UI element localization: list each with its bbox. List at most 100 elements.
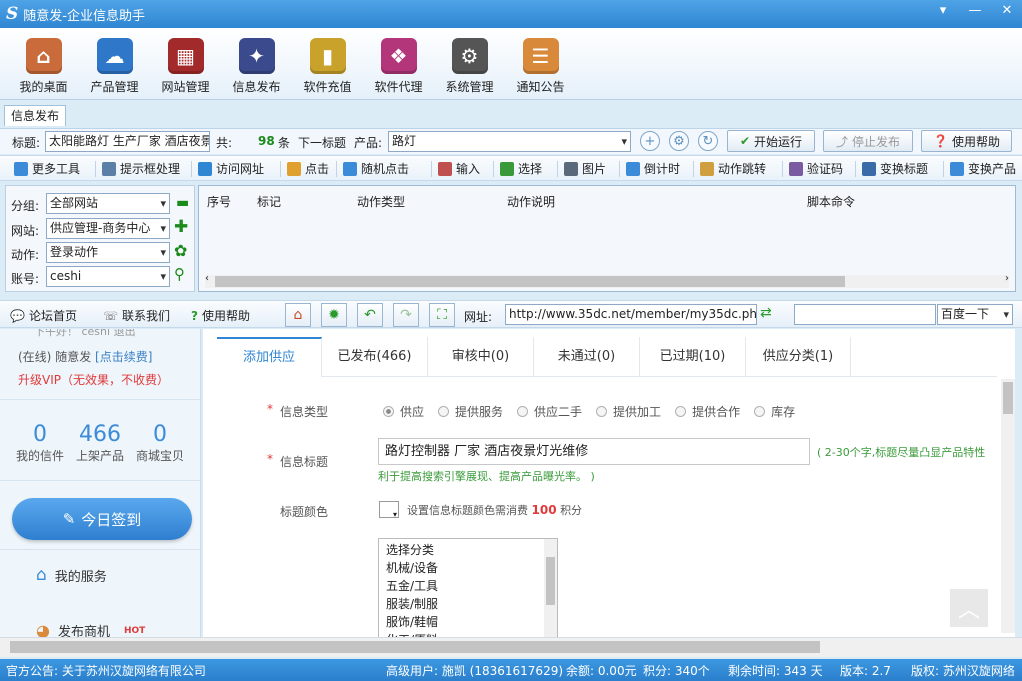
post-business-link[interactable]: ◕ 发布商机 HOT (36, 621, 145, 637)
tool-button[interactable]: 验证码 (789, 160, 843, 177)
forum-link[interactable]: 💬 论坛首页 (10, 307, 77, 324)
action-select[interactable]: 登录动作 (46, 242, 170, 263)
toolbar-publish-button[interactable]: ✦ 信息发布 (221, 28, 292, 100)
refresh-icon[interactable]: ↻ (698, 131, 718, 151)
nav-help-link[interactable]: ? 使用帮助 (191, 307, 250, 324)
tool-separator (782, 161, 783, 177)
menu-dropdown-icon[interactable]: ▾ (934, 3, 952, 18)
tool-button[interactable]: 访问网址 (198, 160, 264, 177)
toolbar-system-button[interactable]: ⚙ 系统管理 (434, 28, 505, 100)
back-to-top-button[interactable]: ︿ (950, 589, 988, 627)
toolbar-label: 产品管理 (90, 80, 139, 94)
page-hscrollbar[interactable] (0, 637, 1022, 657)
form-tab[interactable]: 已发布(466) (322, 337, 428, 377)
category-list[interactable]: 选择分类机械/设备五金/工具服装/制服服饰/鞋帽化工/原料 (378, 538, 558, 637)
info-type-radio[interactable]: 提供服务 (438, 403, 503, 420)
gear-icon[interactable]: ⚙ (669, 131, 689, 151)
scroll-right-icon[interactable]: › (1005, 273, 1009, 284)
next-title-link[interactable]: 下一标题 (298, 134, 346, 151)
url-input[interactable]: http://www.35dc.net/member/my35dc.php (505, 304, 757, 325)
form-tab[interactable]: 审核中(0) (428, 337, 534, 377)
grid-hscrollbar[interactable]: ‹ › (205, 273, 1009, 288)
tool-separator (619, 161, 620, 177)
plus-icon[interactable]: ✚ (174, 217, 188, 237)
title-input[interactable]: 太阳能路灯 生产厂家 酒店夜景 (45, 131, 210, 152)
info-type-radio[interactable]: 库存 (754, 403, 795, 420)
page-scroll-thumb[interactable] (1003, 382, 1013, 414)
fullscreen-icon: ⛶ (437, 307, 447, 323)
scroll-left-icon[interactable]: ‹ (205, 273, 209, 284)
signin-button[interactable]: ✎ 今日签到 (12, 498, 192, 540)
toolbar-desktop-button[interactable]: ⌂ 我的桌面 (8, 28, 79, 100)
tool-button[interactable]: 选择 (500, 160, 542, 177)
tool-button[interactable]: 随机点击 (343, 160, 409, 177)
info-type-radio[interactable]: 供应二手 (517, 403, 582, 420)
status-notice[interactable]: 官方公告: 关于苏州汉旋网络有限公司 (6, 662, 206, 679)
minimize-icon[interactable]: — (966, 3, 984, 18)
tool-button[interactable]: 变换标题 (862, 160, 928, 177)
tool-button[interactable]: 动作跳转 (700, 160, 766, 177)
contact-link[interactable]: ☏ 联系我们 (103, 307, 170, 324)
category-option[interactable]: 机械/设备 (386, 559, 557, 577)
col-action-desc: 动作说明 (507, 195, 556, 209)
stat-mail[interactable]: 0 我的信件 (10, 422, 70, 464)
category-option[interactable]: 服装/制服 (386, 595, 557, 613)
form-tab[interactable]: 已过期(10) (640, 337, 746, 377)
add-icon[interactable]: + (640, 131, 660, 151)
search-icon[interactable]: ⚲ (174, 265, 185, 283)
page-hscroll-thumb[interactable] (10, 641, 820, 653)
category-option[interactable]: 选择分类 (386, 541, 557, 559)
search-engine-select[interactable]: 百度一下 (937, 304, 1013, 325)
renew-link[interactable]: [点击续费] (95, 350, 152, 364)
tool-button[interactable]: 变换产品 (950, 160, 1016, 177)
toolbar-notice-button[interactable]: ☰ 通知公告 (505, 28, 576, 100)
script-grid[interactable]: 序号 标记 动作类型 动作说明 脚本命令 ‹ › (198, 185, 1016, 292)
toolbar-agent-button[interactable]: ❖ 软件代理 (363, 28, 434, 100)
info-type-radio[interactable]: 提供加工 (596, 403, 661, 420)
form-tab[interactable]: 添加供应 (217, 337, 322, 377)
home-button[interactable]: ⌂ (285, 303, 311, 327)
stat-products[interactable]: 466 上架产品 (70, 422, 130, 464)
upgrade-vip-link[interactable]: 升级VIP（无效果，不收费） (18, 371, 169, 388)
tool-button[interactable]: 输入 (438, 160, 480, 177)
search-input[interactable] (794, 304, 936, 325)
start-button[interactable]: ✔ 开始运行 (727, 130, 815, 152)
settings-icon[interactable]: ✿ (174, 241, 187, 260)
product-select[interactable]: 路灯 (388, 131, 631, 152)
category-scrollbar[interactable] (544, 539, 557, 637)
stop-button[interactable]: ⤴ 停止发布 (823, 130, 913, 152)
tool-button[interactable]: 提示框处理 (102, 160, 180, 177)
color-picker[interactable]: ▾ (379, 501, 399, 519)
info-title-input[interactable]: 路灯控制器 厂家 酒店夜景灯光维修 (378, 438, 810, 465)
go-icon[interactable]: ⇄ (760, 305, 772, 321)
tool-button[interactable]: 更多工具 (14, 160, 80, 177)
form-tab[interactable]: 未通过(0) (534, 337, 640, 377)
account-select[interactable]: ceshi (46, 266, 170, 287)
tool-button[interactable]: 倒计时 (626, 160, 680, 177)
fullscreen-button[interactable]: ⛶ (429, 303, 455, 327)
my-services-link[interactable]: ⌂ 我的服务 (36, 565, 107, 585)
page-vscrollbar[interactable] (1001, 379, 1015, 633)
form-tab[interactable]: 供应分类(1) (746, 337, 851, 377)
toolbar-sites-button[interactable]: ▦ 网站管理 (150, 28, 221, 100)
grid-scroll-thumb[interactable] (215, 276, 845, 287)
stat-mall[interactable]: 0 商城宝贝 (130, 422, 190, 464)
title-label: 标题: (12, 136, 41, 150)
category-option[interactable]: 服饰/鞋帽 (386, 613, 557, 631)
folder-icon[interactable]: ▬ (176, 195, 189, 211)
close-icon[interactable]: ✕ (998, 3, 1016, 18)
group-select[interactable]: 全部网站 (46, 193, 170, 214)
help-button[interactable]: ❓ 使用帮助 (921, 130, 1012, 152)
tab-info-publish[interactable]: 信息发布 (4, 105, 67, 126)
info-type-radio[interactable]: 供应 (383, 403, 424, 420)
site-select[interactable]: 供应管理-商务中心 (46, 218, 170, 239)
toolbar-products-button[interactable]: ☁ 产品管理 (79, 28, 150, 100)
category-option[interactable]: 五金/工具 (386, 577, 557, 595)
back-button[interactable]: ↶ (357, 303, 383, 327)
tool-button[interactable]: 点击 (287, 160, 329, 177)
forward-button[interactable]: ↷ (393, 303, 419, 327)
toolbar-recharge-button[interactable]: ▮ 软件充值 (292, 28, 363, 100)
tool-button[interactable]: 图片 (564, 160, 606, 177)
reload-button[interactable]: ✹ (321, 303, 347, 327)
info-type-radio[interactable]: 提供合作 (675, 403, 740, 420)
